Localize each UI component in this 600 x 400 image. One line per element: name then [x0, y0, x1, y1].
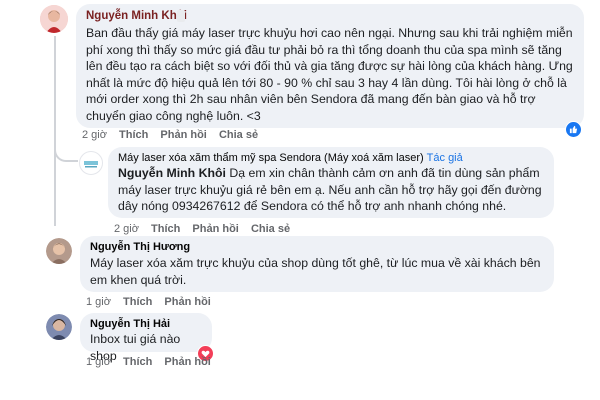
comment-author[interactable]: Nguyễn Thị Hương [90, 241, 544, 253]
comment-time[interactable]: 1 giờ [86, 356, 111, 368]
reply-bubble: Máy laser xóa xăm thẩm mỹ spa Sendora (M… [108, 147, 554, 218]
comment-actions: 1 giờ Thích Phản hồi [86, 296, 220, 308]
author-tag: Tác giả [426, 152, 463, 164]
reply-button[interactable]: Phản hồi [160, 129, 206, 141]
reply-button[interactable]: Phản hồi [192, 223, 238, 235]
avatar[interactable] [40, 5, 68, 33]
comment-author[interactable]: Nguyễn Minh Khôi [86, 10, 574, 22]
reply-button[interactable]: Phản hồi [164, 356, 210, 368]
share-button[interactable]: Chia sẻ [251, 223, 290, 235]
reply-author[interactable]: Máy laser xóa xăm thẩm mỹ spa Sendora (M… [118, 152, 424, 164]
comment-bubble: Nguyễn Thị Hải Inbox tui giá nào shop [80, 313, 212, 363]
like-button[interactable]: Thích [123, 356, 152, 368]
comment-text: Ban đầu thấy giá máy laser trực khuỷu hơ… [86, 26, 573, 123]
avatar[interactable] [46, 238, 72, 264]
comment-text: Máy laser xóa xăm trực khuỷu của shop dù… [90, 256, 541, 287]
comment-time[interactable]: 2 giờ [82, 129, 107, 141]
reply-button[interactable]: Phản hồi [164, 296, 210, 308]
reply-actions: 2 giờ Thích Phản hồi Chia sẻ [114, 223, 299, 235]
thread-line [54, 36, 56, 226]
comment-bubble: Nguyễn Thị Hương Máy laser xóa xăm trực … [80, 236, 554, 292]
comment-time[interactable]: 1 giờ [86, 296, 111, 308]
page-avatar[interactable] [79, 151, 103, 175]
comment-author[interactable]: Nguyễn Thị Hải [90, 318, 202, 330]
like-button[interactable]: Thích [119, 129, 148, 141]
mention-link[interactable]: Nguyễn Minh Khôi [118, 166, 226, 180]
comment-bubble: Nguyễn Minh Khôi Ban đầu thấy giá máy la… [76, 4, 584, 128]
reply-text: Nguyễn Minh Khôi Dạ em xin chân thành cả… [118, 165, 544, 215]
thread-curve [54, 140, 78, 162]
comment-actions: 1 giờ Thích Phản hồi [86, 356, 220, 368]
more-options-icon[interactable] [177, 10, 185, 22]
comment-actions: 2 giờ Thích Phản hồi Chia sẻ [82, 129, 267, 141]
share-button[interactable]: Chia sẻ [219, 129, 258, 141]
like-reaction-icon[interactable] [565, 121, 582, 138]
like-button[interactable]: Thích [151, 223, 180, 235]
avatar[interactable] [46, 314, 72, 340]
reply-time[interactable]: 2 giờ [114, 223, 139, 235]
like-button[interactable]: Thích [123, 296, 152, 308]
